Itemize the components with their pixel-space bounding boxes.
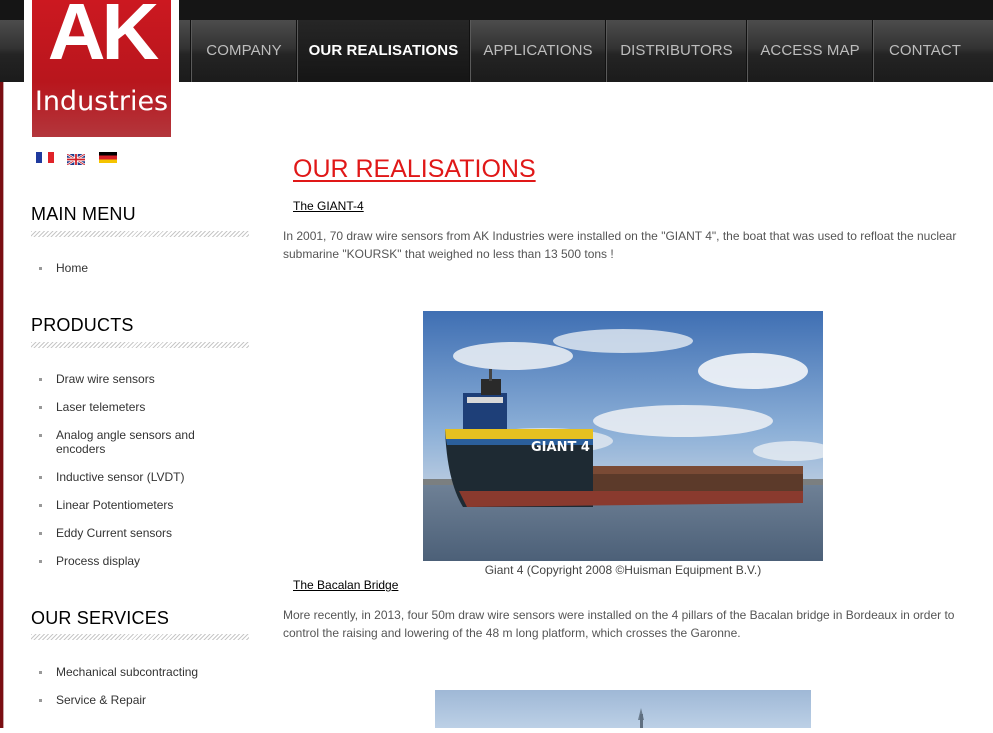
ship-name-label: GIANT 4 bbox=[531, 440, 590, 455]
logo-mark: AK bbox=[47, 0, 160, 76]
link-bacalan-bridge[interactable]: The Bacalan Bridge bbox=[293, 578, 398, 592]
bullet-icon bbox=[39, 504, 42, 507]
bacalan-bridge-description-cont: control the raising and lowering of the … bbox=[283, 626, 741, 640]
products-heading: PRODUCTS bbox=[31, 315, 134, 335]
sidebar-item-home[interactable]: Home bbox=[56, 261, 88, 275]
bullet-icon bbox=[39, 406, 42, 409]
flag-fr-icon[interactable] bbox=[36, 152, 54, 163]
sidebar-item-analog-angle-sensors-cont[interactable]: encoders bbox=[56, 442, 105, 456]
sidebar-item-draw-wire-sensors[interactable]: Draw wire sensors bbox=[56, 372, 155, 386]
bullet-icon bbox=[39, 671, 42, 674]
sidebar-item-linear-potentiometers[interactable]: Linear Potentiometers bbox=[56, 498, 173, 512]
giant-4-description: In 2001, 70 draw wire sensors from AK In… bbox=[283, 229, 957, 243]
divider bbox=[31, 342, 249, 348]
bullet-icon bbox=[39, 560, 42, 563]
sidebar-item-eddy-current-sensors[interactable]: Eddy Current sensors bbox=[56, 526, 172, 540]
nav-our-realisations[interactable]: OUR REALISATIONS bbox=[296, 20, 470, 82]
sidebar-item-service-repair[interactable]: Service & Repair bbox=[56, 693, 146, 707]
bullet-icon bbox=[39, 699, 42, 702]
main-menu-heading: MAIN MENU bbox=[31, 204, 136, 224]
services-heading: OUR SERVICES bbox=[31, 608, 170, 628]
sidebar-item-inductive-sensor[interactable]: Inductive sensor (LVDT) bbox=[56, 470, 185, 484]
divider bbox=[31, 231, 249, 237]
page-title: OUR REALISATIONS bbox=[293, 155, 536, 183]
bullet-icon bbox=[39, 434, 42, 437]
flag-uk-icon[interactable] bbox=[66, 152, 86, 167]
bullet-icon bbox=[39, 476, 42, 479]
divider bbox=[31, 634, 249, 640]
link-giant-4[interactable]: The GIANT-4 bbox=[293, 199, 364, 213]
nav-access-map[interactable]: ACCESS MAP bbox=[746, 20, 873, 82]
logo[interactable]: AK Industries bbox=[24, 0, 179, 146]
sidebar-item-process-display[interactable]: Process display bbox=[56, 554, 140, 568]
sidebar-item-laser-telemeters[interactable]: Laser telemeters bbox=[56, 400, 145, 414]
nav-applications[interactable]: APPLICATIONS bbox=[469, 20, 606, 82]
giant-4-photo[interactable]: GIANT 4 bbox=[423, 311, 833, 561]
sidebar-item-mechanical-subcontracting[interactable]: Mechanical subcontracting bbox=[56, 665, 198, 679]
bacalan-bridge-photo[interactable] bbox=[435, 690, 811, 728]
logo-badge: AK Industries bbox=[32, 0, 171, 137]
giant-4-photo-caption: Giant 4 (Copyright 2008 ©Huisman Equipme… bbox=[484, 563, 762, 577]
nav-distributors[interactable]: DISTRIBUTORS bbox=[605, 20, 747, 82]
bullet-icon bbox=[39, 378, 42, 381]
bullet-icon bbox=[39, 267, 42, 270]
bullet-icon bbox=[39, 532, 42, 535]
nav-contact[interactable]: CONTACT bbox=[872, 20, 977, 82]
page-edge-highlight bbox=[3, 0, 4, 728]
sidebar-item-analog-angle-sensors[interactable]: Analog angle sensors and bbox=[56, 428, 195, 442]
flag-de-icon[interactable] bbox=[99, 152, 117, 163]
logo-name: Industries bbox=[34, 86, 169, 117]
nav-company[interactable]: COMPANY bbox=[190, 20, 297, 82]
bacalan-bridge-description: More recently, in 2013, four 50m draw wi… bbox=[283, 608, 955, 622]
giant-4-description-cont: submarine "KOURSK" that weighed no less … bbox=[283, 247, 614, 261]
